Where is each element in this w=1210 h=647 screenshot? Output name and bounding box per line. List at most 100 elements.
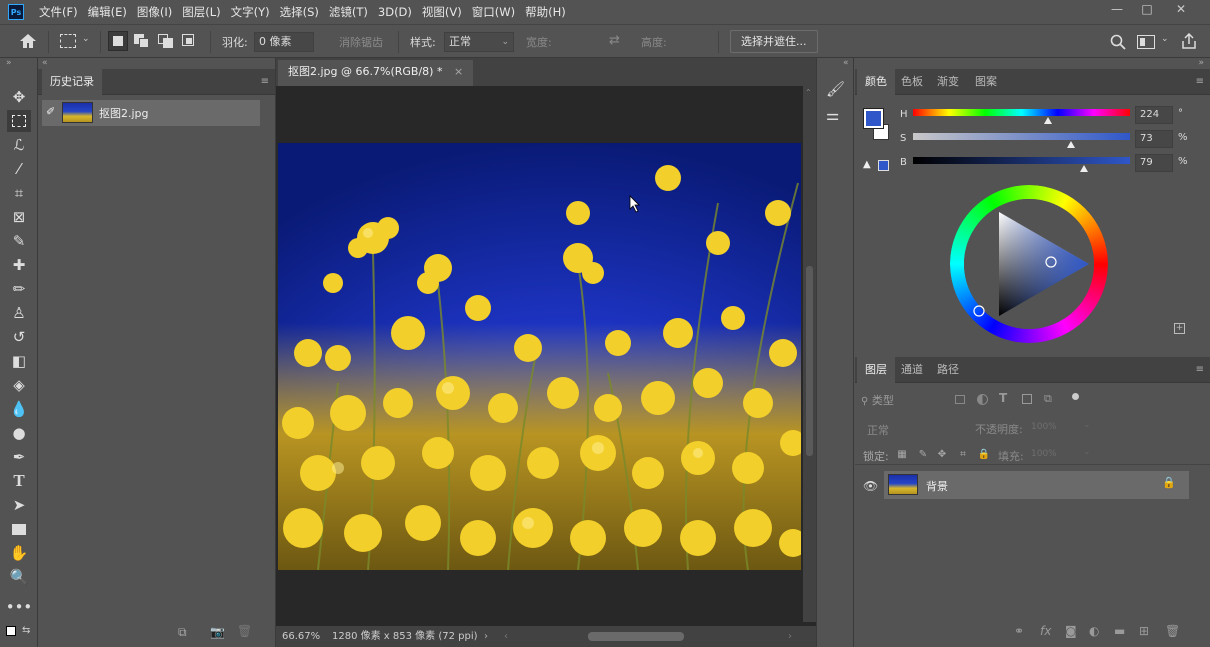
gamut-color-swatch[interactable] xyxy=(878,160,889,171)
document-tab[interactable]: 抠图2.jpg @ 66.7%(RGB/8) * × xyxy=(278,60,474,86)
marquee-preset-icon[interactable] xyxy=(60,34,76,48)
menu-file[interactable]: 文件(F) xyxy=(34,4,83,20)
fill-value[interactable]: 100% xyxy=(1031,449,1057,459)
menu-window[interactable]: 窗口(W) xyxy=(467,4,520,20)
pen-tool-icon[interactable]: ✒ xyxy=(7,446,31,468)
hue-input[interactable]: 224 xyxy=(1135,106,1173,124)
history-brush-tool-icon[interactable]: ↺ xyxy=(7,326,31,348)
select-and-mask-button[interactable]: 选择并遮住... xyxy=(730,30,818,53)
frame-tool-icon[interactable]: ⊠ xyxy=(7,206,31,228)
default-colors-icon[interactable] xyxy=(6,626,16,636)
maximize-button[interactable]: □ xyxy=(1131,0,1163,20)
menu-help[interactable]: 帮助(H) xyxy=(520,4,571,20)
shape-filter-icon[interactable] xyxy=(1022,394,1032,404)
menu-edit[interactable]: 编辑(E) xyxy=(83,4,132,20)
expand-panels-icon[interactable]: « xyxy=(843,58,849,68)
canvas-image[interactable] xyxy=(278,143,801,570)
saturation-slider-thumb[interactable] xyxy=(1067,141,1075,148)
blend-mode-select[interactable]: 正常 xyxy=(867,422,889,438)
layer-lock-icon[interactable]: 🔒 xyxy=(1162,476,1176,489)
hand-tool-icon[interactable]: ✋ xyxy=(7,542,31,564)
trash-icon[interactable]: 🗑 xyxy=(237,624,252,638)
opacity-value[interactable]: 100% xyxy=(1031,422,1057,432)
zoom-level[interactable]: 66.67% xyxy=(282,626,320,647)
vertical-scrollbar[interactable]: ⌃ xyxy=(803,86,816,622)
swap-colors-icon[interactable]: ⇆ xyxy=(22,625,30,636)
feather-input[interactable]: 0 像素 xyxy=(254,32,314,52)
tab-layers[interactable]: 图层 xyxy=(857,357,895,383)
new-adjustment-layer-icon[interactable]: ◐ xyxy=(1089,624,1099,638)
intersect-selection-icon[interactable] xyxy=(182,34,198,48)
type-tool-icon[interactable]: T xyxy=(7,470,31,492)
type-filter-icon[interactable]: T xyxy=(999,391,1007,405)
new-group-icon[interactable]: ▬ xyxy=(1114,624,1125,638)
close-tab-icon[interactable]: × xyxy=(454,65,463,78)
rect-marquee-tool-icon[interactable] xyxy=(7,110,31,132)
close-button[interactable]: ✕ xyxy=(1165,0,1197,20)
collapse-panel-icon[interactable]: « xyxy=(42,58,48,68)
adjustment-filter-icon[interactable] xyxy=(977,394,988,405)
zoom-tool-icon[interactable]: 🔍 xyxy=(7,566,31,588)
collapse-dock-icon[interactable]: » xyxy=(1198,58,1204,68)
tab-gradients[interactable]: 渐变 xyxy=(929,69,967,95)
link-layers-icon[interactable]: ⚭ xyxy=(1014,624,1024,638)
minimize-button[interactable]: — xyxy=(1101,0,1133,20)
chevron-down-icon[interactable]: ⌄ xyxy=(1083,447,1091,457)
vertical-scroll-thumb[interactable] xyxy=(806,266,813,456)
healing-brush-tool-icon[interactable]: ✚ xyxy=(7,254,31,276)
magic-wand-tool-icon[interactable]: ⁄ xyxy=(7,158,31,180)
brush-settings-icon[interactable]: 🖌 xyxy=(826,80,845,98)
antialias-checkbox[interactable]: 消除锯齿 xyxy=(339,34,383,50)
brightness-slider[interactable] xyxy=(913,157,1130,164)
brightness-slider-thumb[interactable] xyxy=(1080,165,1088,172)
dodge-tool-icon[interactable]: ● xyxy=(7,422,31,444)
menu-select[interactable]: 选择(S) xyxy=(275,4,324,20)
pixel-filter-icon[interactable] xyxy=(955,395,965,404)
tab-channels[interactable]: 通道 xyxy=(893,357,931,383)
crop-tool-icon[interactable]: ⌗ xyxy=(7,182,31,204)
search-icon[interactable] xyxy=(1110,34,1126,50)
swap-icon[interactable]: ⇄ xyxy=(609,33,620,48)
tab-patterns[interactable]: 图案 xyxy=(967,69,1005,95)
filter-toggle-icon[interactable] xyxy=(1072,393,1079,400)
menu-image[interactable]: 图像(I) xyxy=(132,4,177,20)
new-layer-icon[interactable]: ⊞ xyxy=(1139,624,1149,638)
path-selection-tool-icon[interactable]: ➤ xyxy=(7,494,31,516)
scroll-left-icon[interactable]: ‹ xyxy=(504,626,508,647)
menu-view[interactable]: 视图(V) xyxy=(417,4,467,20)
brush-tool-icon[interactable]: ✏ xyxy=(7,278,31,300)
lock-all-icon[interactable]: 🔒 xyxy=(977,449,991,463)
add-to-selection-icon[interactable] xyxy=(134,34,150,48)
home-icon[interactable] xyxy=(19,33,37,49)
history-brush-source-icon[interactable]: ✐ xyxy=(46,105,55,118)
blur-tool-icon[interactable]: 💧 xyxy=(7,398,31,420)
layer-filter-select[interactable]: ⚲ 类型 xyxy=(861,391,951,410)
more-tools-icon[interactable]: ••• xyxy=(6,596,33,618)
style-select[interactable]: 正常 ⌄ xyxy=(444,32,514,52)
menu-layer[interactable]: 图层(L) xyxy=(177,4,225,20)
eraser-tool-icon[interactable]: ◧ xyxy=(7,350,31,372)
lock-image-icon[interactable]: ✎ xyxy=(916,449,930,463)
fx-icon[interactable]: fx xyxy=(1040,624,1051,638)
tab-paths[interactable]: 路径 xyxy=(929,357,967,383)
chevron-down-icon[interactable]: ⌄ xyxy=(1161,34,1169,44)
brightness-input[interactable]: 79 xyxy=(1135,154,1173,172)
chevron-down-icon[interactable]: ⌄ xyxy=(1083,420,1091,430)
rectangle-tool-icon[interactable] xyxy=(7,518,31,540)
status-menu-arrow[interactable]: › xyxy=(484,626,488,647)
camera-icon[interactable]: 📷 xyxy=(210,625,225,639)
add-mask-icon[interactable]: ◙ xyxy=(1065,624,1077,638)
lock-transparent-icon[interactable]: ▦ xyxy=(895,449,909,463)
scroll-up-icon[interactable]: ⌃ xyxy=(805,88,812,97)
panel-menu-icon[interactable]: ≡ xyxy=(1196,364,1204,375)
tab-history[interactable]: 历史记录 xyxy=(42,69,102,95)
workspace-icon[interactable] xyxy=(1137,35,1155,49)
tab-color[interactable]: 颜色 xyxy=(857,69,895,95)
menu-filter[interactable]: 滤镜(T) xyxy=(324,4,373,20)
trash-icon[interactable]: 🗑 xyxy=(1165,624,1180,638)
lock-position-icon[interactable]: ✥ xyxy=(935,449,949,463)
saturation-slider[interactable] xyxy=(913,133,1130,140)
lock-artboard-icon[interactable]: ⌗ xyxy=(956,449,970,463)
subtract-selection-icon[interactable] xyxy=(158,34,174,48)
saturation-input[interactable]: 73 xyxy=(1135,130,1173,148)
